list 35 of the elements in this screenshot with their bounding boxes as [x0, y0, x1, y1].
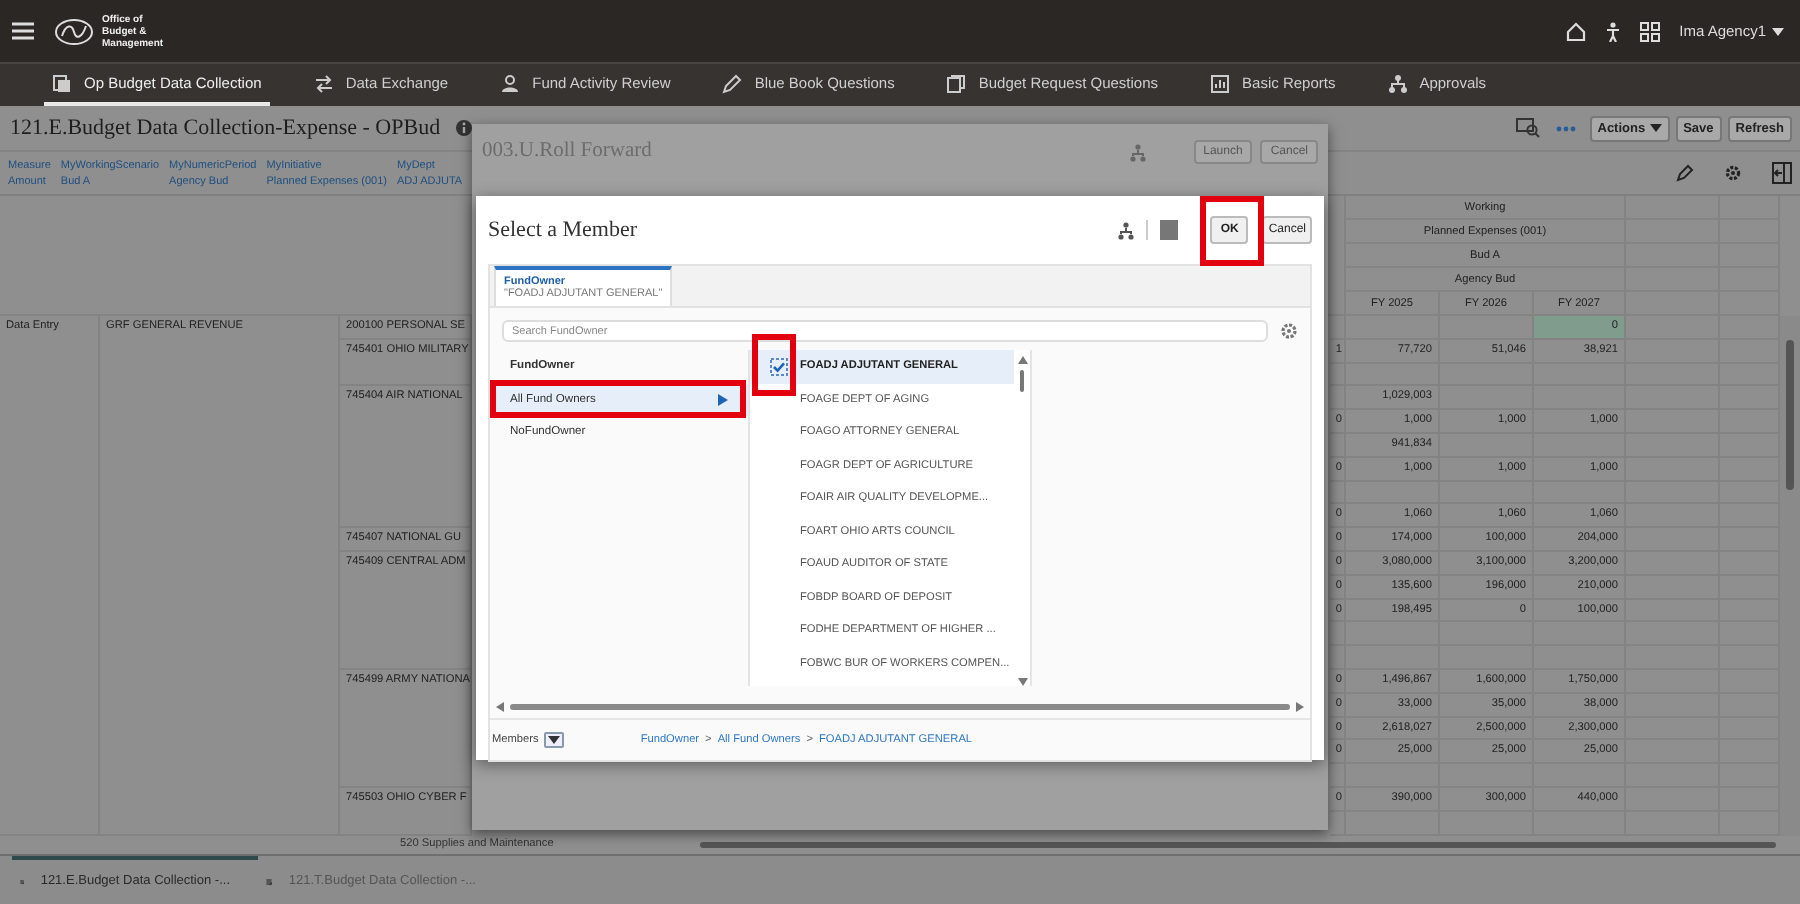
- settings-icon[interactable]: [1724, 164, 1742, 182]
- checkbox[interactable]: [770, 357, 788, 376]
- caret-icon: [548, 736, 561, 744]
- expand-icon: [718, 393, 728, 406]
- caret-icon: [1649, 124, 1662, 132]
- highlight-frame: [1200, 196, 1264, 266]
- page-title: 121.E.Budget Data Collection-Expense - OPBud: [10, 116, 441, 140]
- pencil-icon[interactable]: [1676, 164, 1694, 182]
- highlight-frame: [752, 334, 796, 396]
- scroll-right-icon[interactable]: [1296, 701, 1304, 711]
- person-icon: [500, 73, 521, 93]
- scroll-left-icon[interactable]: [496, 701, 504, 711]
- scrollbar[interactable]: [1780, 316, 1800, 836]
- caret-icon: [1772, 27, 1784, 35]
- documents-icon: [946, 73, 967, 93]
- info-icon[interactable]: [456, 120, 473, 136]
- logo-icon: [54, 17, 94, 45]
- chart-icon: [1210, 73, 1231, 93]
- pencil-icon: [722, 73, 743, 93]
- report-icon[interactable]: [1515, 118, 1540, 138]
- menu-icon[interactable]: [12, 22, 34, 40]
- scroll-down-icon[interactable]: [1017, 678, 1027, 686]
- grid-icon[interactable]: [1639, 21, 1660, 41]
- settings-icon[interactable]: [1280, 322, 1298, 340]
- dialog-title: Select a Member: [488, 218, 640, 242]
- scroll-up-icon[interactable]: [1017, 356, 1027, 364]
- accessibility-icon[interactable]: [1605, 21, 1620, 41]
- hierarchy-icon: [1387, 73, 1408, 93]
- hierarchy-icon[interactable]: [1118, 221, 1135, 239]
- arrows-icon: [313, 73, 334, 93]
- toggle-button[interactable]: [1160, 220, 1179, 240]
- home-icon[interactable]: [1565, 21, 1586, 41]
- scrollbar[interactable]: [700, 841, 1776, 848]
- panel-icon[interactable]: [1772, 162, 1792, 184]
- dropdown-button[interactable]: [544, 732, 565, 748]
